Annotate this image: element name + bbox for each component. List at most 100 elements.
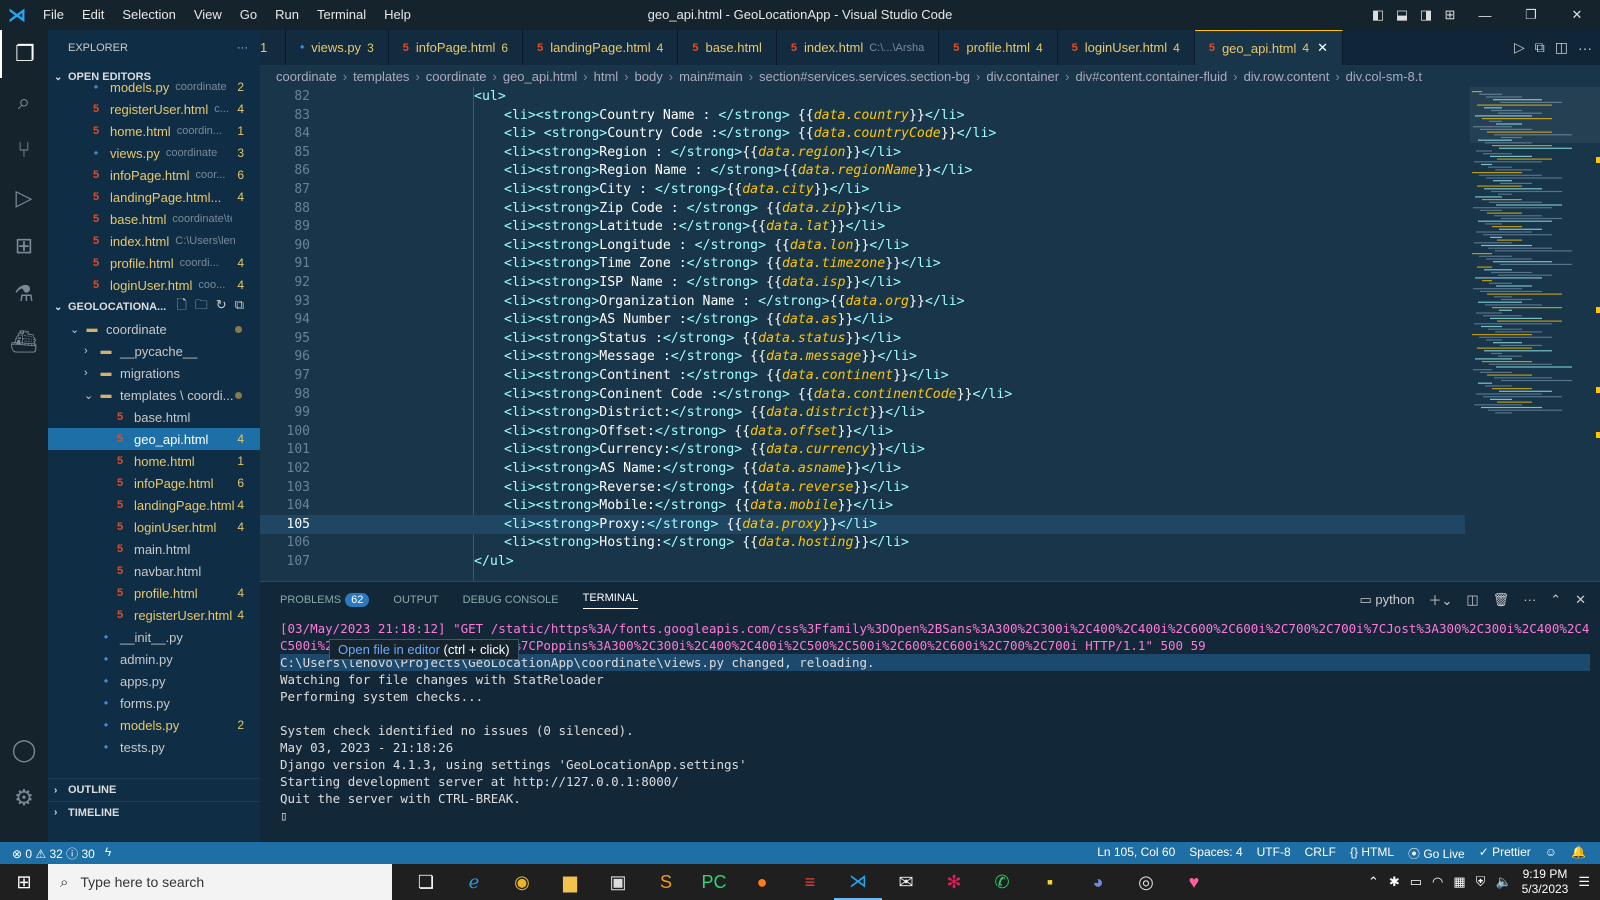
slack-icon[interactable]: ✻ (930, 864, 978, 900)
editor-tab[interactable]: ⬩ views.py 3 (286, 30, 389, 65)
open-preview-icon[interactable]: ⧉ (1535, 39, 1545, 56)
breadcrumb-item[interactable]: templates (353, 69, 409, 84)
settings-gear-icon[interactable]: ⚙ (0, 774, 48, 822)
breadcrumb-item[interactable]: div.container (986, 69, 1059, 84)
tab-debug-console[interactable]: DEBUG CONSOLE (463, 594, 559, 606)
store-icon[interactable]: ▣ (594, 864, 642, 900)
terminal-kind[interactable]: ▭ python (1360, 592, 1415, 608)
lightning-icon[interactable]: ϟ (105, 845, 111, 862)
code-line[interactable]: 97 <li><strong>Continent :</strong> {{dat… (260, 366, 1465, 385)
toggle-secondary-sidebar-icon[interactable]: ◨ (1414, 7, 1438, 23)
windows-start-icon[interactable]: ⊞ (0, 864, 48, 900)
prettier-status[interactable]: ✓ Prettier (1479, 845, 1531, 862)
vscode-taskbar-icon[interactable]: ⋊ (834, 864, 882, 900)
chrome-icon[interactable]: ◉ (498, 864, 546, 900)
open-editor-item[interactable]: ⬩ views.py coordinate 3 (48, 142, 260, 164)
tree-item[interactable]: ⬩ forms.py (48, 692, 260, 714)
tree-item[interactable]: ⬩ __init__.py (48, 626, 260, 648)
minimap[interactable] (1470, 87, 1600, 581)
menu-help[interactable]: Help (375, 0, 420, 30)
menu-view[interactable]: View (185, 0, 231, 30)
tree-item[interactable]: ⬩ admin.py (48, 648, 260, 670)
edge-icon[interactable]: ℯ (450, 864, 498, 900)
wifi-icon[interactable]: ◠ (1432, 874, 1443, 890)
mail-icon[interactable]: ✉ (882, 864, 930, 900)
tree-item[interactable]: 5 navbar.html (48, 560, 260, 582)
breadcrumb-item[interactable]: body (635, 69, 663, 84)
editor-tab[interactable]: 5 landingPage.html 4 (523, 30, 679, 65)
close-window-button[interactable]: ✕ (1554, 7, 1600, 23)
taskbar-search[interactable]: ⌕ Type here to search (48, 864, 392, 900)
run-file-icon[interactable]: ▷ (1514, 39, 1525, 56)
toggle-sidebar-icon[interactable]: ◧ (1366, 7, 1390, 23)
encoding[interactable]: UTF-8 (1257, 845, 1291, 862)
task-view-icon[interactable]: ❏ (402, 864, 450, 900)
tree-item[interactable]: 5 geo_api.html 4 (48, 428, 260, 450)
code-line[interactable]: 92 <li><strong>ISP Name : </strong> {{dat… (260, 273, 1465, 292)
editor-tab[interactable]: 5 index.html C:\...\Arsha (776, 30, 940, 65)
action-center-icon[interactable]: ☰ (1578, 874, 1590, 890)
open-editor-item[interactable]: 5 base.html coordinate\te... (48, 208, 260, 230)
sublime-icon[interactable]: S (642, 864, 690, 900)
tab-problems[interactable]: PROBLEMS 62 (280, 593, 370, 607)
language-mode[interactable]: {} HTML (1350, 845, 1394, 862)
bluetooth-icon[interactable]: ✱ (1389, 874, 1400, 890)
toggle-panel-icon[interactable]: ⬓ (1390, 7, 1414, 23)
editor-tab[interactable]: 5 loginUser.html 4 (1057, 30, 1195, 65)
problems-status[interactable]: ⊗ 0 ⚠ 32 ⓘ 30 (12, 845, 95, 862)
breadcrumb-item[interactable]: main#main (679, 69, 743, 84)
split-terminal-icon[interactable]: ◫ (1466, 592, 1478, 608)
code-line[interactable]: 94 <li><strong>AS Number :</strong> {{dat… (260, 310, 1465, 329)
sticky-notes-icon[interactable]: ▪ (1026, 864, 1074, 900)
code-editor[interactable]: 82 <ul> 83 <li><strong>Country Name : </str… (260, 87, 1600, 581)
accounts-icon[interactable]: ◯ (0, 726, 48, 774)
maximize-panel-icon[interactable]: ⌃ (1550, 592, 1561, 608)
explorer-actions[interactable]: 🗋🗀↻⧉ (176, 296, 252, 318)
tree-item[interactable]: ⬩urls.py (48, 758, 260, 760)
code-line[interactable]: 106 <li><strong>Hosting:</strong> {{data.… (260, 533, 1465, 552)
security-icon[interactable]: ⛨ (1476, 874, 1486, 890)
open-editor-item[interactable]: 5 home.html coordin... 1 (48, 120, 260, 142)
docker-icon[interactable]: ⛴ (0, 318, 48, 366)
cursor-position[interactable]: Ln 105, Col 60 (1097, 845, 1175, 862)
code-line[interactable]: 90 <li><strong>Longitude : </strong> {{da… (260, 236, 1465, 255)
editor-tab[interactable]: 5 base.html (678, 30, 777, 65)
open-editor-item[interactable]: 5 infoPage.html coor... 6 (48, 164, 260, 186)
tab-output[interactable]: OUTPUT (393, 594, 438, 606)
tree-item[interactable]: › ▬ migrations (48, 362, 260, 384)
open-editor-item[interactable]: ⬩ models.py coordinate 2 (48, 76, 260, 98)
open-editor-item[interactable]: 5 loginUser.html coo... 4 (48, 274, 260, 296)
breadcrumb-item[interactable]: section#services.services.section-bg (759, 69, 970, 84)
code-line[interactable]: 95 <li><strong>Status :</strong> {{data.s… (260, 329, 1465, 348)
code-line[interactable]: 99 <li><strong>District:</strong> {{data.… (260, 403, 1465, 422)
tray-overflow-icon[interactable]: ⌃ (1368, 874, 1379, 890)
timeline-header[interactable]: › TIMELINE (48, 801, 260, 823)
tree-item[interactable]: ⬩ tests.py (48, 736, 260, 758)
more-actions-icon[interactable]: ··· (1578, 40, 1592, 56)
close-panel-icon[interactable]: ✕ (1575, 592, 1586, 608)
tab-terminal[interactable]: TERMINAL (582, 592, 639, 609)
menu-edit[interactable]: Edit (73, 0, 113, 30)
open-editor-item[interactable]: 5 index.html C:\Users\leno... (48, 230, 260, 252)
run-debug-icon[interactable]: ▷ (0, 174, 48, 222)
obs-icon[interactable]: ◎ (1122, 864, 1170, 900)
go-live-button[interactable]: ⦿ Go Live (1408, 845, 1465, 862)
code-line[interactable]: 83 <li><strong>Country Name : </strong> {… (260, 106, 1465, 125)
notifications-icon[interactable]: 🔔 (1571, 845, 1586, 862)
code-line[interactable]: 85 <li><strong>Region : </strong>{{data.r… (260, 143, 1465, 162)
tree-item[interactable]: 5 profile.html 4 (48, 582, 260, 604)
code-line[interactable]: 104 <li><strong>Mobile:</strong> {{data.m… (260, 496, 1465, 515)
code-line[interactable]: 96 <li><strong>Message :</strong> {{data.… (260, 347, 1465, 366)
open-editor-item[interactable]: 5 landingPage.html... 4 (48, 186, 260, 208)
tree-item[interactable]: 5 base.html (48, 406, 260, 428)
code-line[interactable]: 103 <li><strong>Reverse:</strong> {{data.… (260, 478, 1465, 497)
editor-tab[interactable]: 1 (260, 30, 287, 65)
tree-item[interactable]: 5 infoPage.html 6 (48, 472, 260, 494)
breadcrumb-item[interactable]: coordinate (276, 69, 337, 84)
tree-item[interactable]: › ▬ __pycache__ (48, 340, 260, 362)
breadcrumb-item[interactable]: div.col-sm-8.t (1346, 69, 1422, 84)
tree-item[interactable]: 5 registerUser.html 4 (48, 604, 260, 626)
breadcrumb-item[interactable]: div#content.container-fluid (1075, 69, 1227, 84)
feedback-icon[interactable]: ☺ (1545, 845, 1557, 862)
breadcrumb-item[interactable]: geo_api.html (503, 69, 577, 84)
